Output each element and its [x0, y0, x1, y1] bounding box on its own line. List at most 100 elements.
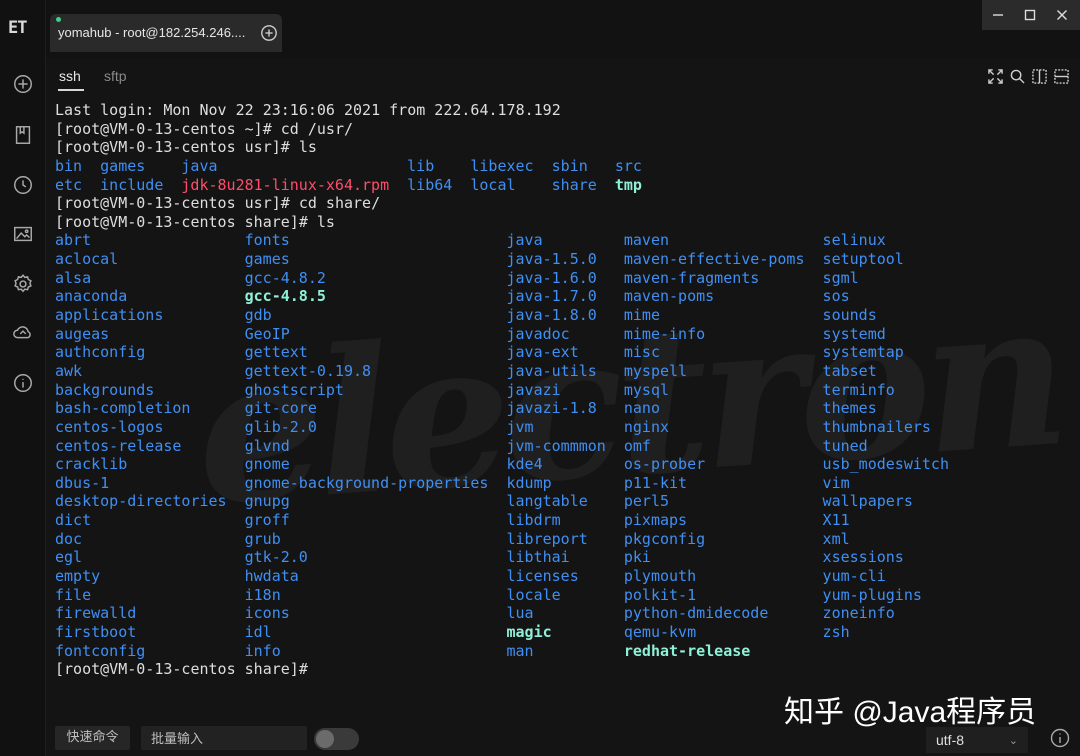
- close-icon[interactable]: [1046, 0, 1078, 30]
- batch-input-field[interactable]: [141, 726, 307, 750]
- new-tab-icon[interactable]: [260, 24, 278, 42]
- cloud-sync-icon[interactable]: [9, 319, 37, 347]
- ls-entry: java-1.7.0: [506, 287, 597, 306]
- ls-entry: misc: [623, 343, 660, 362]
- ls-entry: nano: [623, 399, 660, 418]
- ls-entry: gnupg: [244, 492, 290, 511]
- fullscreen-icon[interactable]: [986, 67, 1004, 85]
- ls-entry: pki: [623, 548, 651, 567]
- search-icon[interactable]: [1008, 67, 1026, 85]
- ls-entry: langtable: [506, 492, 588, 511]
- ls-entry: systemd: [822, 324, 886, 343]
- maximize-icon[interactable]: [1014, 0, 1046, 30]
- info-icon[interactable]: [1050, 728, 1070, 748]
- ls-entry: ghostscript: [244, 380, 344, 399]
- ls-entry: java: [506, 231, 543, 250]
- ls-entry: zoneinfo: [822, 604, 895, 623]
- ls-entry: dict: [55, 511, 92, 530]
- ls-entry: glvnd: [244, 436, 290, 455]
- ls-entry: yum-cli: [822, 567, 886, 586]
- ls-entry: gcc-4.8.2: [244, 268, 326, 287]
- ls-entry: jvm-commmon: [506, 436, 606, 455]
- ls-entry: i18n: [244, 585, 281, 604]
- tab-ssh[interactable]: ssh: [59, 68, 81, 84]
- ls-entry: nginx: [623, 417, 670, 436]
- settings-icon[interactable]: [9, 270, 37, 298]
- ls-entry: usb_modeswitch: [822, 455, 949, 474]
- ls-entry: gtk-2.0: [244, 548, 308, 567]
- ls-entry: info: [244, 641, 281, 660]
- ls-entry: omf: [623, 436, 651, 455]
- ls-entry: include: [100, 175, 164, 194]
- ls-entry: maven-effective-poms: [623, 250, 805, 269]
- ls-entry: zsh: [822, 622, 850, 641]
- ls-entry: share: [551, 175, 597, 194]
- terminal-text: [root@VM-0-13-centos share]#: [55, 660, 308, 679]
- info-icon[interactable]: [9, 369, 37, 397]
- ls-entry: gdb: [244, 306, 272, 325]
- ls-entry: gcc-4.8.5: [244, 287, 326, 306]
- ls-entry: yum-plugins: [822, 585, 922, 604]
- zhihu-watermark: 知乎 @Java程序员: [784, 696, 1037, 729]
- ls-entry: gnome: [244, 455, 290, 474]
- ls-entry: lib64: [407, 175, 453, 194]
- ls-entry: awk: [55, 361, 83, 380]
- ls-entry: libreport: [506, 529, 588, 548]
- image-icon[interactable]: [9, 220, 37, 248]
- session-tab[interactable]: yomahub - root@182.254.246....: [50, 14, 282, 52]
- add-session-icon[interactable]: [9, 70, 37, 98]
- ls-entry: p11-kit: [623, 473, 688, 492]
- ls-entry: gnome-background-properties: [244, 473, 489, 492]
- ls-entry: javazi-1.8: [506, 399, 597, 418]
- ls-entry: git-core: [244, 399, 317, 418]
- title-bar: yomahub - root@182.254.246....: [46, 0, 1080, 58]
- ls-entry: pixmaps: [623, 511, 688, 530]
- ls-entry: java-1.6.0: [506, 268, 597, 287]
- batch-input-toggle[interactable]: [314, 728, 359, 750]
- ls-entry: grub: [244, 529, 281, 548]
- connection-status-dot: [56, 17, 61, 22]
- split-horizontal-icon[interactable]: [1052, 67, 1070, 85]
- ls-entry: groff: [244, 511, 290, 530]
- ls-entry: applications: [55, 306, 164, 325]
- split-vertical-icon[interactable]: [1030, 67, 1048, 85]
- ls-entry: libexec: [470, 156, 534, 175]
- ls-entry: jvm: [506, 417, 534, 436]
- app-logo: ET: [8, 18, 28, 38]
- session-tab-label: yomahub - root@182.254.246....: [58, 25, 246, 40]
- bookmark-icon[interactable]: [9, 121, 37, 149]
- window-controls: [982, 0, 1080, 30]
- ls-entry: magic: [506, 622, 552, 641]
- bottom-bar: 快速命令 知乎 @Java程序员 utf-8 ⌄: [46, 696, 1080, 756]
- ls-entry: man: [506, 641, 534, 660]
- toggle-knob: [316, 730, 334, 748]
- ls-entry: wallpapers: [822, 492, 913, 511]
- active-tab-indicator: [58, 89, 84, 91]
- ls-entry: src: [614, 156, 642, 175]
- tab-sftp[interactable]: sftp: [104, 68, 127, 84]
- ls-entry: fonts: [244, 231, 290, 250]
- ls-entry: javadoc: [506, 324, 570, 343]
- ls-entry: games: [244, 250, 290, 269]
- ls-entry: perl5: [623, 492, 670, 511]
- minimize-icon[interactable]: [982, 0, 1014, 30]
- ls-entry: centos-release: [55, 436, 182, 455]
- ls-entry: java-1.8.0: [506, 306, 597, 325]
- ls-entry: abrt: [55, 231, 92, 250]
- ls-entry: aclocal: [55, 250, 119, 269]
- ls-entry: gettext-0.19.8: [244, 361, 372, 380]
- quick-command-button[interactable]: 快速命令: [55, 726, 130, 750]
- ls-entry: fontconfig: [55, 641, 146, 660]
- ls-entry: maven-fragments: [623, 268, 760, 287]
- ls-entry: X11: [822, 511, 850, 530]
- history-icon[interactable]: [9, 171, 37, 199]
- terminal-output[interactable]: electron Last login: Mon Nov 22 23:16:06…: [46, 96, 1080, 718]
- ls-entry: sos: [822, 287, 850, 306]
- ls-entry: games: [100, 156, 146, 175]
- ls-entry: etc: [55, 175, 83, 194]
- encoding-select[interactable]: utf-8 ⌄: [926, 727, 1028, 753]
- ls-entry: empty: [55, 567, 101, 586]
- ls-entry: tuned: [822, 436, 868, 455]
- chevron-down-icon: ⌄: [1008, 735, 1018, 747]
- ls-entry: selinux: [822, 231, 886, 250]
